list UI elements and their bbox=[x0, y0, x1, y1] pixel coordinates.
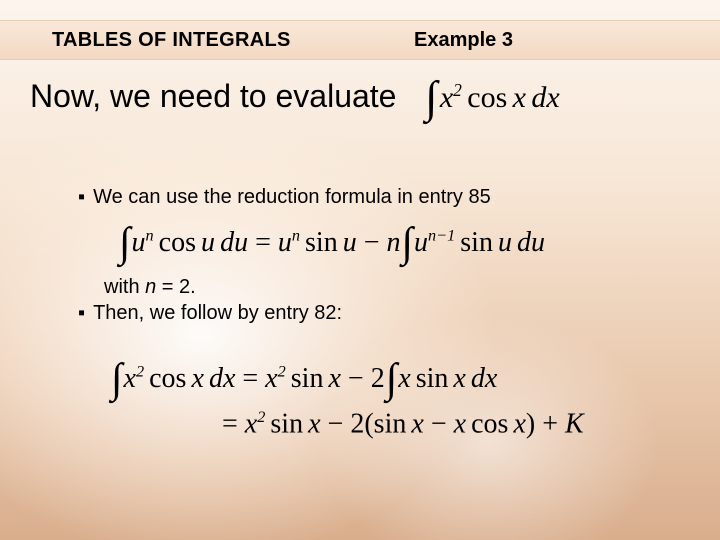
section-title: TABLES OF INTEGRALS bbox=[52, 29, 291, 52]
bullet2-text: Then, we follow by entry 82: bbox=[93, 302, 342, 324]
bullet-square-icon: ▪ bbox=[78, 186, 85, 208]
example-label: Example 3 bbox=[414, 29, 513, 52]
reduction-formula: ∫uncosudu = unsinu − n∫un−1sinudu bbox=[118, 214, 545, 262]
bullet1-text: We can use the reduction formula in entr… bbox=[93, 186, 491, 208]
bullet-reduction-formula: ▪ We can use the reduction formula in ent… bbox=[78, 186, 491, 209]
lead-text: Now, we need to evaluate bbox=[30, 78, 396, 115]
withn-var: n bbox=[145, 276, 156, 298]
worked-integral-line2: = x2sinx − 2(sinx − xcosx) + K bbox=[222, 408, 584, 440]
with-n-line: with n = 2. bbox=[104, 276, 196, 299]
bullet-square-icon: ▪ bbox=[78, 302, 85, 324]
withn-prefix: with bbox=[104, 276, 145, 298]
withn-suffix: = 2. bbox=[156, 276, 195, 298]
bullet-follow-entry: ▪ Then, we follow by entry 82: bbox=[78, 302, 342, 325]
header-band: TABLES OF INTEGRALS Example 3 bbox=[0, 20, 720, 60]
worked-integral-line1: ∫x2cosxdx = x2sinx − 2∫xsinxdx bbox=[110, 350, 497, 398]
lead-integral: ∫x2cosxdx bbox=[424, 66, 560, 118]
